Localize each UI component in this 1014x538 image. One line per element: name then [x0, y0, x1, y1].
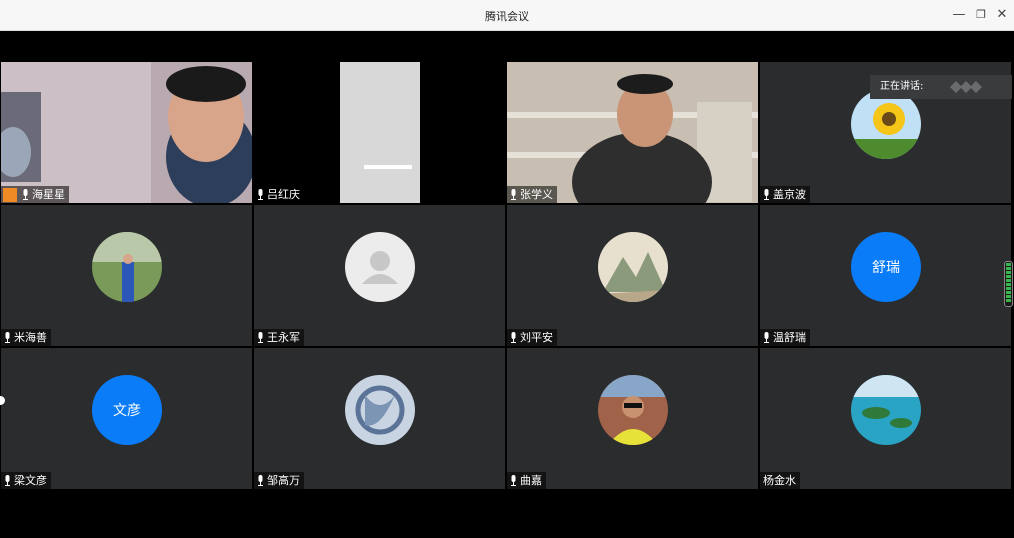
- participant-name-tag: 米海善: [1, 329, 51, 346]
- participant-name-tag: 邹高万: [254, 472, 304, 489]
- participant-name: 王永军: [267, 331, 300, 344]
- participant-tile[interactable]: 王永军: [254, 205, 505, 346]
- host-icon: [3, 187, 17, 202]
- ornament-avatar: [345, 375, 415, 445]
- participant-name: 吕红庆: [267, 188, 300, 201]
- sunflower-avatar: [851, 89, 921, 159]
- mic-icon: [764, 189, 769, 200]
- participant-name: 邹高万: [267, 474, 300, 487]
- participant-name: 刘平安: [520, 331, 553, 344]
- participant-tile[interactable]: 杨金水: [760, 348, 1011, 489]
- participant-tile[interactable]: 文彦 梁文彦: [1, 348, 252, 489]
- participant-name-tag: 王永军: [254, 329, 304, 346]
- participant-tile[interactable]: 米海善: [1, 205, 252, 346]
- speaking-indicator: 正在讲话:: [870, 75, 1012, 99]
- mic-icon: [511, 189, 516, 200]
- video-feed: [507, 62, 758, 203]
- participant-name: 张学义: [520, 188, 553, 201]
- volume-meter: [1004, 261, 1013, 307]
- participant-name: 温舒瑞: [773, 331, 806, 344]
- photo-avatar: [92, 232, 162, 302]
- participant-name: 米海善: [14, 331, 47, 344]
- participant-tile[interactable]: 曲嘉: [507, 348, 758, 489]
- mic-icon: [764, 332, 769, 343]
- mic-icon: [23, 189, 28, 200]
- close-button[interactable]: ✕: [993, 6, 1011, 24]
- island-avatar: [851, 375, 921, 445]
- default-user-icon: [345, 232, 415, 302]
- participant-name-tag: 温舒瑞: [760, 329, 810, 346]
- mic-icon: [258, 475, 263, 486]
- participant-name-tag: 刘平安: [507, 329, 557, 346]
- participant-tile[interactable]: 舒瑞 温舒瑞: [760, 205, 1011, 346]
- mic-icon: [5, 475, 10, 486]
- mic-icon: [5, 332, 10, 343]
- participant-name-tag: 曲嘉: [507, 472, 546, 489]
- video-feed: [1, 62, 252, 203]
- mic-icon: [258, 332, 263, 343]
- video-feed: [340, 62, 420, 203]
- title-bar: 腾讯会议 — ❐ ✕: [0, 0, 1014, 31]
- window-title: 腾讯会议: [485, 10, 529, 23]
- text-avatar: 舒瑞: [851, 232, 921, 302]
- participant-name: 杨金水: [763, 474, 796, 487]
- participant-name: 曲嘉: [520, 474, 542, 487]
- speaking-wave-icon: [950, 81, 982, 93]
- mic-icon: [258, 189, 263, 200]
- speaking-label: 正在讲话:: [880, 81, 924, 92]
- text-avatar: 文彦: [92, 375, 162, 445]
- participant-tile[interactable]: 海星星: [1, 62, 252, 203]
- landscape-painting-avatar: [598, 232, 668, 302]
- mic-icon: [511, 475, 516, 486]
- restore-button[interactable]: ❐: [972, 6, 990, 24]
- participant-name: 海星星: [32, 188, 65, 201]
- participant-name-tag: 盖京波: [760, 186, 810, 203]
- participant-tile[interactable]: 邹高万: [254, 348, 505, 489]
- participant-name-tag: 梁文彦: [1, 472, 51, 489]
- photo-avatar: [598, 375, 668, 445]
- participant-name: 盖京波: [773, 188, 806, 201]
- video-grid: 海星星 吕红庆 张学义 盖京波 米海善 王永军 刘平安 舒瑞 温舒瑞 文彦 梁文…: [0, 31, 1014, 538]
- participant-tile[interactable]: 刘平安: [507, 205, 758, 346]
- participant-name-tag: 张学义: [507, 186, 557, 203]
- minimize-button[interactable]: —: [950, 6, 968, 24]
- mic-icon: [511, 332, 516, 343]
- participant-tile[interactable]: 张学义: [507, 62, 758, 203]
- participant-name-tag: 海星星: [1, 186, 69, 203]
- participant-tile[interactable]: 吕红庆: [254, 62, 505, 203]
- participant-name-tag: 杨金水: [760, 472, 800, 489]
- participant-name: 梁文彦: [14, 474, 47, 487]
- participant-name-tag: 吕红庆: [254, 186, 304, 203]
